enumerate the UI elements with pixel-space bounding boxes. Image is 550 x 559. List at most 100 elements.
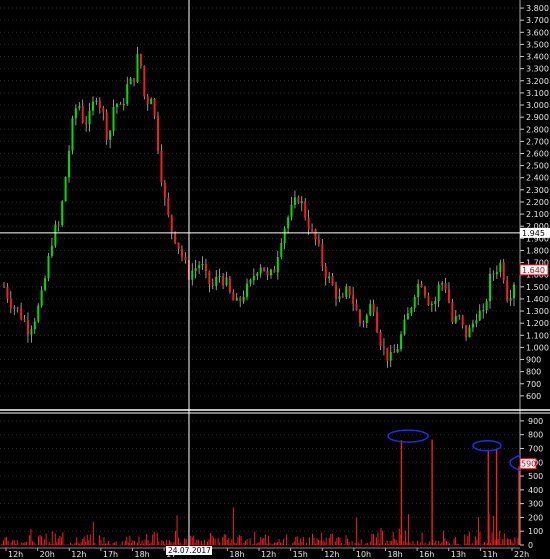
- candle-body: [427, 295, 430, 306]
- time-tick-label: 11h: [482, 550, 497, 559]
- candle-body: [20, 308, 23, 320]
- candle-body: [269, 269, 272, 276]
- candle-body: [153, 98, 156, 116]
- candle-body: [26, 320, 29, 335]
- price-tick-label: 2.200: [526, 198, 549, 207]
- price-tick-label: 1.400: [526, 295, 549, 304]
- candle-body: [355, 303, 358, 311]
- candle-body: [180, 248, 183, 257]
- candle-body: [352, 295, 355, 304]
- candle-body: [382, 346, 385, 348]
- candle-body: [307, 217, 310, 230]
- candle-body: [424, 286, 427, 296]
- candle-body: [335, 284, 338, 299]
- candle-body: [489, 273, 492, 302]
- price-tick-label: 900: [526, 356, 541, 365]
- candle-body: [201, 264, 204, 266]
- candle-body: [444, 283, 447, 290]
- price-tick-label: 2.700: [526, 137, 549, 146]
- crosshair-overlay: 1.945 1.640 590: [0, 0, 550, 548]
- candle-body: [502, 262, 505, 281]
- candle-body: [447, 289, 450, 303]
- candle-body: [328, 276, 331, 279]
- candle-body: [232, 292, 235, 301]
- candle-body: [85, 122, 88, 125]
- candle-body: [109, 130, 112, 140]
- price-tick-label: 3.800: [526, 4, 549, 13]
- price-tick-label: 2.500: [526, 162, 549, 171]
- candle-body: [324, 266, 327, 279]
- candle-body: [311, 229, 314, 231]
- candle-body: [91, 101, 94, 111]
- candle-body: [194, 268, 197, 271]
- time-tick-label: 12h: [71, 550, 86, 559]
- candle-body: [133, 78, 136, 82]
- last-volume-label: 590: [521, 460, 536, 469]
- volume-series: [1, 439, 520, 545]
- time-tick-label: 12h: [324, 550, 339, 559]
- price-tick-label: 3.300: [526, 65, 549, 74]
- candle-body: [376, 312, 379, 333]
- volume-tick-label: 400: [528, 486, 543, 495]
- candle-body: [400, 334, 403, 350]
- price-tick-label: 700: [526, 380, 541, 389]
- candle-body: [304, 201, 307, 218]
- candle-body: [475, 320, 478, 324]
- candle-body: [249, 280, 252, 284]
- candle-body: [23, 319, 26, 321]
- candle-body: [112, 106, 115, 131]
- price-tick-label: 1.000: [526, 343, 549, 352]
- price-tick-label: 2.600: [526, 149, 549, 158]
- volume-tick-label: 100: [528, 527, 543, 536]
- price-tick-label: 1.100: [526, 331, 549, 340]
- candle-body: [513, 284, 515, 299]
- candle-body: [242, 296, 245, 302]
- candle-body: [115, 104, 118, 107]
- price-tick-label: 800: [526, 368, 541, 377]
- candle-body: [9, 298, 12, 309]
- candle-body: [314, 229, 317, 240]
- candle-body: [451, 302, 454, 323]
- candle-body: [143, 65, 146, 97]
- candle-body: [252, 275, 255, 281]
- candle-body: [218, 276, 221, 278]
- candle-body: [341, 296, 344, 298]
- price-tick-label: 1.500: [526, 283, 549, 292]
- price-tick-label: 2.100: [526, 210, 549, 219]
- candle-body: [78, 105, 81, 109]
- candle-body: [74, 108, 77, 119]
- candle-body: [30, 329, 33, 335]
- candle-body: [157, 115, 160, 151]
- candle-body: [208, 271, 211, 285]
- candle-body: [290, 204, 293, 218]
- candle-body: [40, 290, 43, 306]
- candle-body: [119, 104, 122, 106]
- candle-body: [345, 286, 348, 298]
- candle-body: [287, 217, 290, 229]
- candle-body: [482, 310, 485, 312]
- time-tick-label: 18h: [229, 550, 244, 559]
- candle-body: [47, 255, 50, 279]
- candle-body: [44, 278, 47, 291]
- volume-tick-label: 500: [528, 472, 543, 481]
- candle-body: [386, 347, 389, 361]
- candle-body: [3, 286, 5, 288]
- highlight-ellipse: [387, 429, 429, 443]
- candle-body: [485, 301, 488, 311]
- price-tick-label: 3.500: [526, 40, 549, 49]
- candlestick-series: [3, 46, 515, 368]
- time-tick-label: 18h: [388, 550, 403, 559]
- candle-body: [403, 319, 406, 335]
- candle-body: [506, 280, 509, 301]
- candle-body: [430, 304, 433, 306]
- candle-body: [160, 150, 163, 183]
- candle-body: [338, 296, 341, 299]
- time-tick-label: 18h: [135, 550, 150, 559]
- candle-body: [280, 242, 283, 257]
- last-price-label: 1.640: [522, 266, 545, 275]
- candle-body: [393, 352, 396, 354]
- candle-body: [37, 305, 40, 322]
- candle-body: [174, 231, 177, 243]
- candle-body: [204, 264, 207, 272]
- candle-body: [410, 307, 413, 314]
